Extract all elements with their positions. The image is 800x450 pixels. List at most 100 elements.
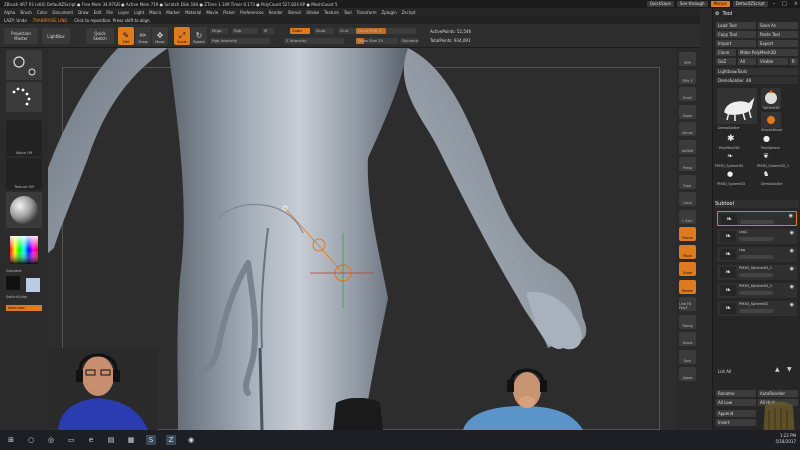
arrow-down-icon[interactable]: ▼ xyxy=(787,366,792,373)
subtool-row[interactable]: ❧ PM3D_Sphere3D ◉ xyxy=(717,301,797,316)
dynamic-toggle[interactable]: Dynamic xyxy=(400,38,419,44)
eye-icon[interactable]: ◉ xyxy=(790,302,794,308)
view-zoom-button[interactable]: Zoom xyxy=(679,104,696,119)
eye-icon[interactable]: ◉ xyxy=(790,230,794,236)
clone-button[interactable]: Clone xyxy=(716,49,736,56)
list-all-button[interactable]: List All xyxy=(716,368,756,375)
rgb-intensity-slider[interactable]: Rgb Intensity xyxy=(210,38,270,44)
eye-icon[interactable]: ◉ xyxy=(790,248,794,254)
maximize-icon[interactable]: □ xyxy=(780,1,789,7)
edge-icon[interactable]: e xyxy=(86,435,96,445)
view-scroll-button[interactable]: Scroll xyxy=(679,87,696,101)
tool-thumb-simplebrush[interactable] xyxy=(761,112,781,128)
menu-stencil[interactable]: Stencil xyxy=(288,10,302,15)
subtool-row[interactable]: ❧ PM3D_Sphere3D_1 ◉ xyxy=(717,265,797,280)
rotate-button[interactable]: ↻ Rotate xyxy=(191,27,207,45)
view-solo-button[interactable]: Solo xyxy=(679,349,696,364)
import-button[interactable]: Import xyxy=(716,40,756,47)
menu-movie[interactable]: Movie xyxy=(206,10,218,15)
view-xpose-button[interactable]: Xpose xyxy=(679,367,696,381)
menu-brush[interactable]: Brush xyxy=(20,10,32,15)
see-through-slider[interactable]: See-through xyxy=(676,1,708,7)
export-button[interactable]: Export xyxy=(758,40,798,47)
tool-thumb-pm3d-sphere3d-b[interactable]: ● xyxy=(727,170,743,182)
menu-picker[interactable]: Picker xyxy=(223,10,235,15)
view-move-button[interactable]: Move xyxy=(679,244,696,259)
insert-button[interactable]: Insert xyxy=(716,419,756,426)
append-button[interactable]: Append xyxy=(716,410,756,417)
view-frame-button[interactable]: Frame xyxy=(679,227,696,241)
all-low-button[interactable]: All Low xyxy=(716,399,756,406)
brush-selector[interactable] xyxy=(6,50,42,80)
alternate-button[interactable]: Alternate xyxy=(6,305,42,311)
menu-zplugin[interactable]: Zplugin xyxy=(382,10,397,15)
zsub-toggle[interactable]: Zsub xyxy=(314,28,334,34)
copy-tool-button[interactable]: Copy Tool xyxy=(716,31,756,38)
menu-preferences[interactable]: Preferences xyxy=(240,10,264,15)
menu-document[interactable]: Document xyxy=(52,10,73,15)
menu-edit[interactable]: Edit xyxy=(94,10,102,15)
canvas-viewport[interactable] xyxy=(48,48,680,430)
view-bpr-button[interactable]: BPR xyxy=(679,52,696,66)
tool-thumb-pm3d-sphere3d[interactable]: ❧ xyxy=(727,152,743,164)
subtool-toggle[interactable] xyxy=(739,237,773,241)
eye-icon[interactable]: ◉ xyxy=(789,213,793,219)
draw-size-slider[interactable]: Draw Size 15 xyxy=(356,38,398,44)
lightbox-tools-button[interactable]: Lightbox▸Tools xyxy=(716,68,798,75)
view-persp-button[interactable]: Persp xyxy=(679,157,696,171)
minimize-icon[interactable]: – xyxy=(771,1,778,7)
menu-texture[interactable]: Texture xyxy=(324,10,339,15)
store-icon[interactable]: ▦ xyxy=(126,435,136,445)
material-selector[interactable] xyxy=(6,192,42,228)
menus-button[interactable]: Menus xyxy=(710,1,730,7)
windows-start-icon[interactable]: ⊞ xyxy=(6,435,16,445)
menu-alpha[interactable]: Alpha xyxy=(4,10,15,15)
subtool-row[interactable]: ❧ PM3D_Sphere3D_2 ◉ xyxy=(717,283,797,298)
view-scale-button[interactable]: Scale xyxy=(679,262,696,276)
main-color-swatch[interactable] xyxy=(6,276,20,290)
save-as-button[interactable]: Save As xyxy=(758,22,798,29)
scale-button[interactable]: ⤢ Scale xyxy=(174,27,190,45)
menu-file[interactable]: File xyxy=(106,10,113,15)
edit-button[interactable]: ✎ Edit xyxy=(118,27,134,45)
tool-thumb-pm3d-sphere3d-1[interactable]: ❦ xyxy=(763,152,779,164)
quick-sketch-button[interactable]: Quick Sketch xyxy=(86,28,114,44)
subtool-toggle[interactable] xyxy=(739,309,773,313)
visible-button[interactable]: Visible xyxy=(758,58,788,65)
paste-tool-button[interactable]: Paste Tool xyxy=(758,31,798,38)
r-button[interactable]: R xyxy=(790,58,798,65)
eye-icon[interactable]: ◉ xyxy=(790,284,794,290)
goz-button[interactable]: GoZ xyxy=(716,58,736,65)
zcut-toggle[interactable]: Zcut xyxy=(338,28,356,34)
view-floor-button[interactable]: Floor xyxy=(679,174,696,189)
search-icon[interactable]: ○ xyxy=(26,435,36,445)
lightbox-button[interactable]: LightBox xyxy=(42,28,70,44)
rename-button[interactable]: Rename xyxy=(716,390,756,397)
arrow-up-icon[interactable]: ▲ xyxy=(775,366,780,373)
subtool-row[interactable]: ❧ Leg1 ◉ xyxy=(717,229,797,244)
subtool-toggle[interactable] xyxy=(739,291,773,295)
rgb-toggle[interactable]: Rgb xyxy=(232,28,258,34)
tool-thumb-polysphere[interactable]: ● xyxy=(763,134,779,146)
focal-shift-slider[interactable]: Focal Shift 0 xyxy=(356,28,416,34)
skype-icon[interactable]: S xyxy=(146,435,156,445)
move-button[interactable]: ✥ Move xyxy=(152,27,168,45)
menu-stroke[interactable]: Stroke xyxy=(306,10,319,15)
draw-button[interactable]: ✏ Draw xyxy=(135,27,151,45)
menu-render[interactable]: Render xyxy=(269,10,283,15)
view-rotate-button[interactable]: Rotate xyxy=(679,279,696,294)
color-picker[interactable] xyxy=(6,234,42,268)
subtool-toggle[interactable] xyxy=(739,255,773,259)
switchcolor-button[interactable]: SwitchColor xyxy=(6,295,42,299)
file-explorer-icon[interactable]: ▤ xyxy=(106,435,116,445)
menu-material[interactable]: Material xyxy=(185,10,201,15)
cortana-icon[interactable]: ◎ xyxy=(46,435,56,445)
default-zscript-button[interactable]: DefaultZScript xyxy=(732,1,768,7)
subtool-toggle[interactable] xyxy=(739,273,773,277)
view-local-button[interactable]: Local xyxy=(679,192,696,206)
zadd-toggle[interactable]: Zadd xyxy=(290,28,310,34)
projection-master-button[interactable]: Projection Master xyxy=(4,28,38,44)
menu-light[interactable]: Light xyxy=(134,10,144,15)
mrgb-toggle[interactable]: Mrgb xyxy=(210,28,228,34)
menu-marker[interactable]: Marker xyxy=(166,10,180,15)
